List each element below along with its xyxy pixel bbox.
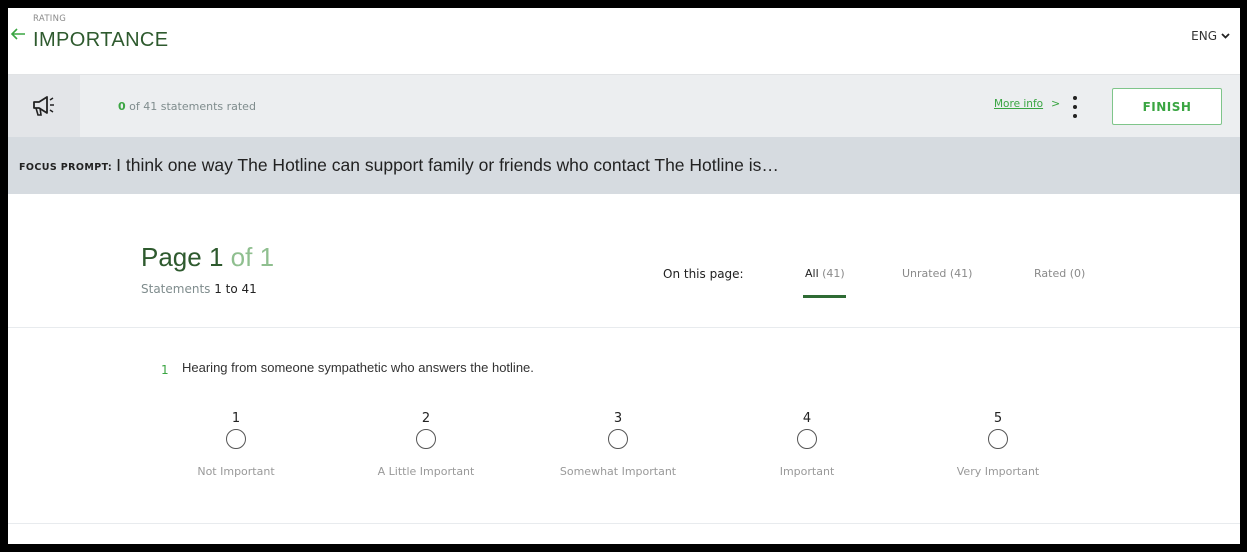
header: RATING IMPORTANCE ENG <box>8 8 1240 74</box>
rating-label: Somewhat Important <box>559 465 677 478</box>
kebab-dot <box>1073 114 1077 118</box>
rating-radio[interactable] <box>416 429 436 449</box>
page-info: Page 1 of 1 Statements 1 to 41 On this p… <box>8 194 1240 328</box>
tab-unrated[interactable]: Unrated (41) <box>902 267 972 280</box>
more-info-link[interactable]: More info <box>994 98 1043 110</box>
megaphone-icon <box>33 96 54 116</box>
tab-all[interactable]: All (41) <box>805 267 845 280</box>
page-total: of 1 <box>230 242 275 272</box>
rating-option: 4 Important <box>732 411 882 478</box>
statements-numbers: 1 to 41 <box>214 282 257 296</box>
back-arrow-svg <box>10 28 25 40</box>
active-tab-indicator <box>803 295 846 298</box>
header-subtitle: RATING <box>33 14 67 24</box>
on-this-page-label: On this page: <box>663 267 744 281</box>
focus-prompt-label: FOCUS PROMPT: <box>19 161 113 173</box>
language-label: ENG <box>1191 29 1217 43</box>
tab-rated[interactable]: Rated (0) <box>1034 267 1085 280</box>
rated-suffix: of 41 statements rated <box>129 100 256 113</box>
rating-radio[interactable] <box>608 429 628 449</box>
rating-value: 4 <box>802 411 812 426</box>
statement-number: 1 <box>161 363 169 377</box>
kebab-dot <box>1073 96 1077 100</box>
language-selector[interactable]: ENG <box>1191 29 1230 43</box>
rating-value: 5 <box>993 411 1003 426</box>
rating-option: 5 Very Important <box>923 411 1073 478</box>
rating-option: 1 Not Important <box>161 411 311 478</box>
rating-value: 1 <box>231 411 241 426</box>
rating-label: Important <box>779 465 835 478</box>
rating-radio[interactable] <box>988 429 1008 449</box>
rated-count: 0 <box>118 100 126 113</box>
statement-item: 1 Hearing from someone sympathetic who a… <box>8 329 1240 524</box>
statement-text: Hearing from someone sympathetic who ans… <box>182 360 534 375</box>
more-info-chevron: > <box>1051 97 1061 110</box>
page-word: Page <box>141 242 202 272</box>
tab-all-count: (41) <box>822 267 845 280</box>
rating-label: A Little Important <box>377 465 475 478</box>
rating-option: 2 A Little Important <box>351 411 501 478</box>
rated-progress: 0 of 41 statements rated <box>118 100 256 113</box>
kebab-dot <box>1073 105 1077 109</box>
toolbar: 0 of 41 statements rated More info > FIN… <box>8 74 1240 137</box>
finish-button[interactable]: FINISH <box>1112 88 1222 125</box>
tab-all-label: All <box>805 267 819 280</box>
focus-prompt-text: I think one way The Hotline can support … <box>116 155 779 175</box>
statements-range: Statements 1 to 41 <box>141 282 257 296</box>
rating-radio[interactable] <box>797 429 817 449</box>
megaphone-button[interactable] <box>8 75 80 137</box>
rating-label: Very Important <box>956 465 1040 478</box>
rating-value: 3 <box>613 411 623 426</box>
statements-word: Statements <box>141 282 211 296</box>
focus-prompt-bar: FOCUS PROMPT: I think one way The Hotlin… <box>8 137 1240 194</box>
more-options-icon[interactable] <box>1068 93 1082 121</box>
rating-value: 2 <box>421 411 431 426</box>
page-current: 1 <box>208 242 224 272</box>
chevron-down-icon <box>1221 33 1230 39</box>
rating-label: Not Important <box>197 465 275 478</box>
app-frame: RATING IMPORTANCE ENG 0 of 41 statements… <box>8 8 1240 544</box>
page-number-title: Page 1 of 1 <box>141 242 274 273</box>
rating-option: 3 Somewhat Important <box>543 411 693 478</box>
page-heading: IMPORTANCE <box>33 29 169 51</box>
back-arrow-icon[interactable] <box>10 26 30 46</box>
rating-radio[interactable] <box>226 429 246 449</box>
